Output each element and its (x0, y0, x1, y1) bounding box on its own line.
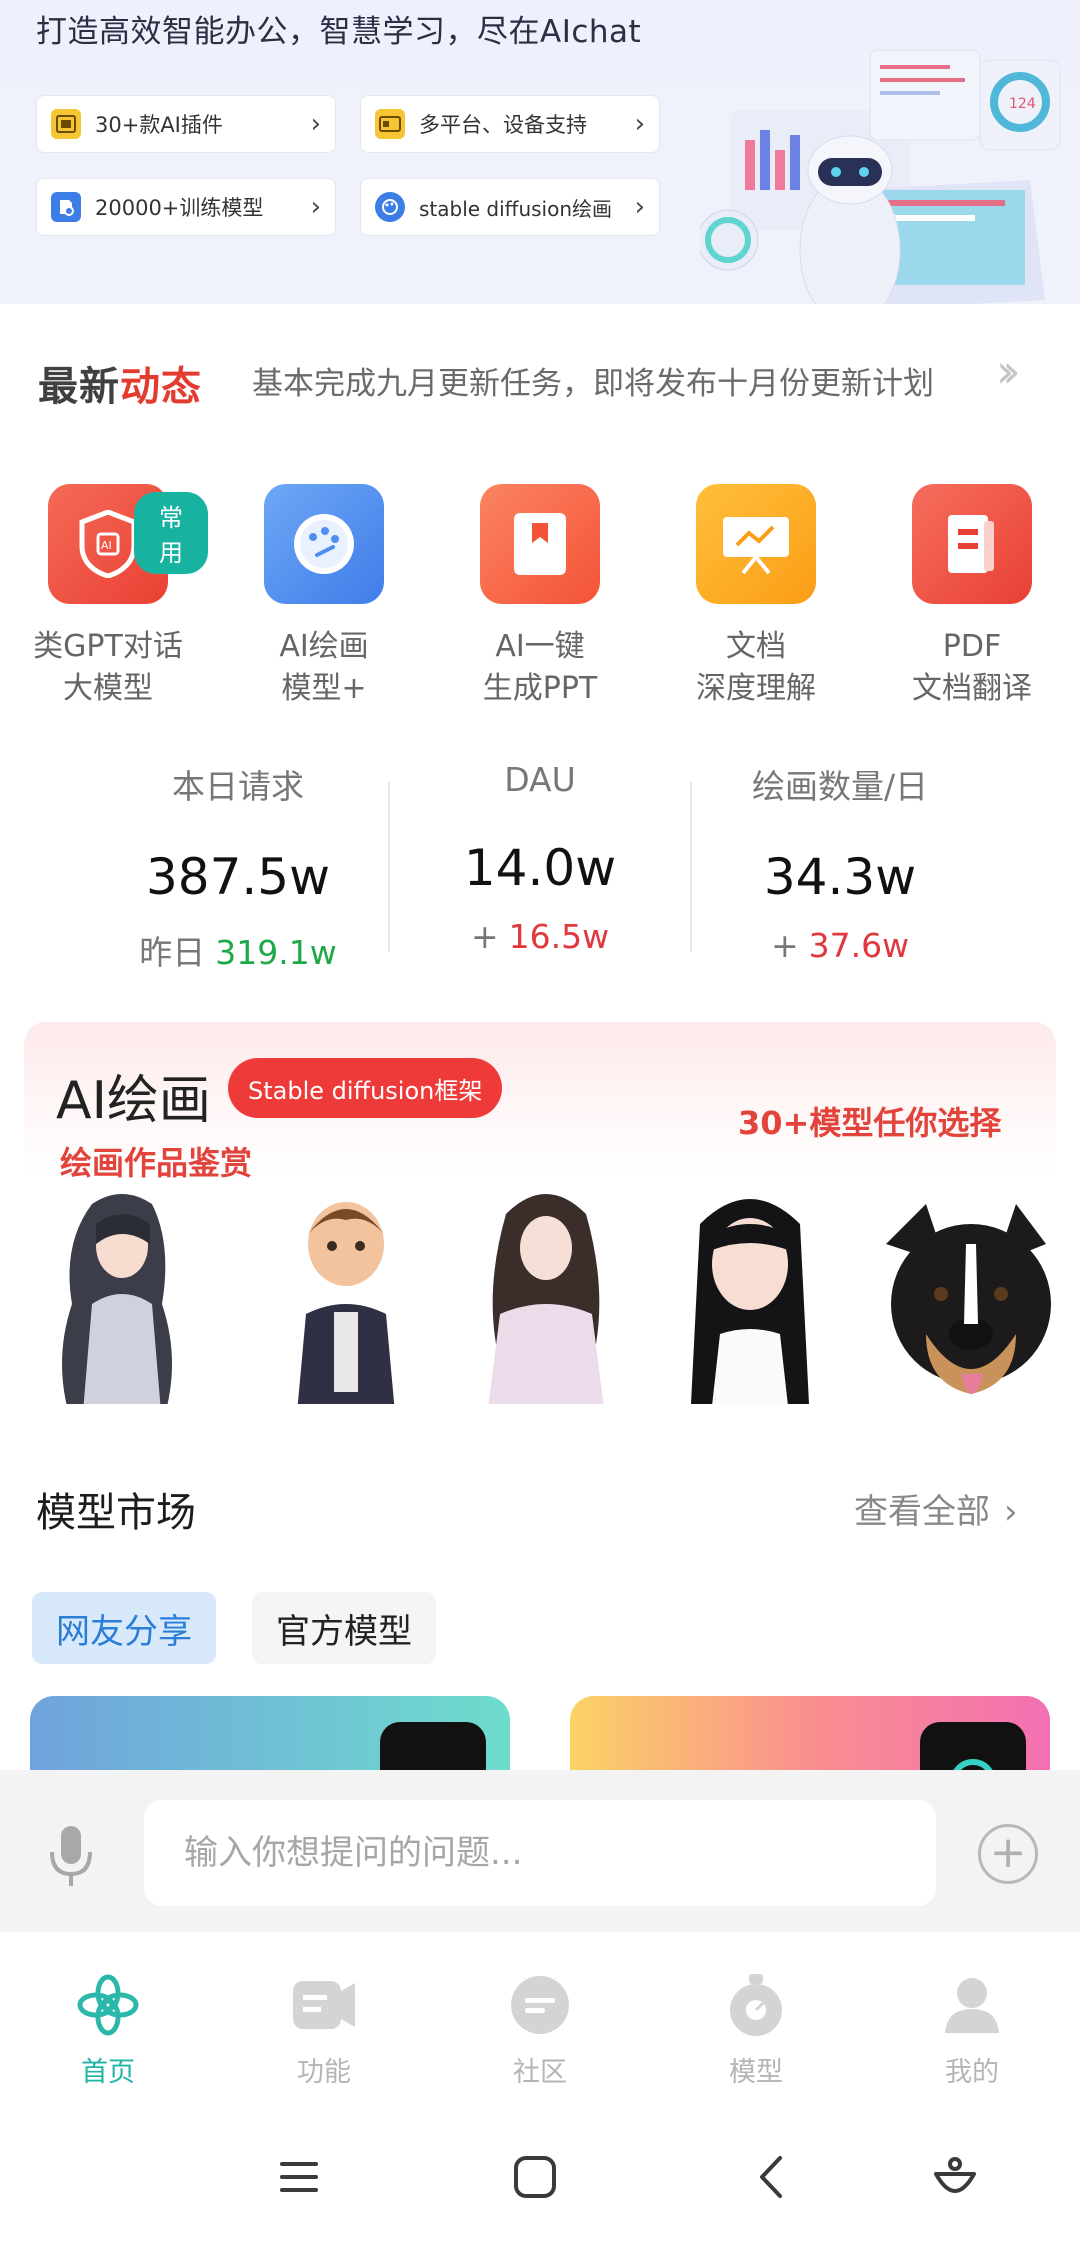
chevron-right-icon: › (310, 109, 321, 139)
artwork-thumb-2[interactable] (256, 1184, 436, 1404)
hero-title: 打造高效智能办公，智慧学习，尽在AIchat (36, 14, 642, 50)
feature-label: 多平台、设备支持 (419, 113, 587, 137)
nav-home[interactable]: 首页 (28, 1972, 188, 2089)
microphone-icon[interactable] (46, 1824, 96, 1888)
chevron-right-icon: › (310, 192, 321, 222)
painting-title: AI绘画 (56, 1071, 211, 1131)
chevron-right-icon: › (634, 192, 645, 222)
app-doc-understanding[interactable]: 文档 深度理解 (656, 480, 856, 710)
artwork-thumb-5[interactable] (866, 1184, 1056, 1404)
app-gpt-chat[interactable]: AI 常用 类GPT对话 大模型 (8, 480, 208, 710)
home-square-icon[interactable] (510, 2152, 560, 2202)
community-icon (507, 1972, 573, 2038)
common-badge: 常用 (134, 492, 208, 574)
feature-label: 20000+训练模型 (95, 196, 264, 220)
bottom-nav: 首页 功能 社区 模型 我的 (0, 1932, 1080, 2102)
app-label: 文档 深度理解 (696, 629, 816, 706)
tab-user-shared[interactable]: 网友分享 (32, 1592, 216, 1664)
pdf-icon (912, 484, 1032, 604)
artwork-thumb-1[interactable] (32, 1184, 212, 1404)
feature-label: stable diffusion绘画 (419, 196, 613, 221)
app-label: AI一键 生成PPT (482, 629, 598, 706)
devices-icon (375, 109, 405, 139)
svg-text:AI: AI (101, 539, 112, 552)
app-label: PDF 文档翻译 (912, 629, 1032, 706)
plugin-icon (51, 109, 81, 139)
svg-text:124: 124 (1009, 96, 1036, 112)
stats-panel: 本日请求 387.5w 昨日 319.1w DAU 14.0w +16.5w 绘画… (0, 760, 1080, 972)
view-all-link[interactable]: 查看全部 › (854, 1484, 1018, 1533)
back-icon[interactable] (748, 2152, 798, 2202)
nav-models[interactable]: 模型 (676, 1972, 836, 2089)
news-bar[interactable]: 最新动态 基本完成九月更新任务，即将发布十月份更新计划 ›› (0, 304, 1080, 454)
app-grid: AI 常用 类GPT对话 大模型 AI绘画 模型+ AI一键 生成PPT 文档 深度理解 (0, 480, 1080, 720)
nav-profile[interactable]: 我的 (892, 1972, 1052, 2089)
stat-paintings: 绘画数量/日 34.3w +37.6w (751, 767, 929, 965)
nav-features[interactable]: 功能 (244, 1972, 404, 2089)
news-text: 基本完成九月更新任务，即将发布十月份更新计划 (252, 366, 934, 402)
chevron-right-icon: › (1004, 1492, 1018, 1532)
ai-painting-banner[interactable]: AI绘画 Stable diffusion框架 绘画作品鉴赏 30+模型任你选择 (24, 1022, 1056, 1404)
feature-models[interactable]: 20000+训练模型 › (36, 178, 336, 236)
app-ppt[interactable]: AI一键 生成PPT (440, 480, 640, 710)
chat-input-bar: + (0, 1770, 1080, 1932)
menu-icon[interactable] (274, 2152, 324, 2202)
chevron-right-icon: › (634, 109, 645, 139)
home-logo-icon (75, 1972, 141, 2038)
model-market-title: 模型市场 (36, 1490, 196, 1536)
model-train-icon (51, 192, 81, 222)
app-label: 类GPT对话 大模型 (33, 629, 183, 706)
tab-official-models[interactable]: 官方模型 (252, 1592, 436, 1664)
system-nav-bar (0, 2102, 1080, 2251)
feature-sd-painting[interactable]: stable diffusion绘画 › (360, 178, 660, 236)
app-ai-painting[interactable]: AI绘画 模型+ (224, 480, 424, 710)
feature-platforms[interactable]: 多平台、设备支持 › (360, 95, 660, 153)
features-icon (291, 1972, 357, 2038)
artwork-thumb-3[interactable] (456, 1184, 636, 1404)
model-icon (723, 1972, 789, 2038)
news-label: 最新动态 (38, 364, 202, 410)
hero-section: 打造高效智能办公，智慧学习，尽在AIchat 30+款AI插件 › 多平台、设备… (0, 0, 1080, 326)
question-input[interactable] (144, 1800, 936, 1906)
stat-requests: 本日请求 387.5w 昨日 319.1w (139, 767, 337, 972)
paint-icon (375, 192, 405, 222)
double-chevron-right-icon[interactable]: ›› (996, 344, 1021, 398)
painting-right-text: 30+模型任你选择 (738, 1104, 1002, 1142)
presentation-icon (696, 484, 816, 604)
app-label: AI绘画 模型+ (279, 629, 369, 706)
stat-dau: DAU 14.0w +16.5w (463, 760, 617, 956)
feature-plugins[interactable]: 30+款AI插件 › (36, 95, 336, 153)
painting-tag: Stable diffusion框架 (228, 1058, 503, 1118)
artwork-thumb-4[interactable] (660, 1184, 840, 1404)
ppt-icon (480, 484, 600, 604)
palette-icon (264, 484, 384, 604)
add-icon[interactable]: + (978, 1824, 1038, 1884)
feature-label: 30+款AI插件 (95, 113, 223, 137)
painting-subtitle: 绘画作品鉴赏 (60, 1144, 253, 1182)
user-icon (939, 1972, 1005, 2038)
hero-illustration: 124 (700, 49, 1061, 326)
app-pdf-translate[interactable]: PDF 文档翻译 (872, 480, 1072, 710)
assistant-icon[interactable] (930, 2152, 980, 2202)
nav-community[interactable]: 社区 (460, 1972, 620, 2089)
